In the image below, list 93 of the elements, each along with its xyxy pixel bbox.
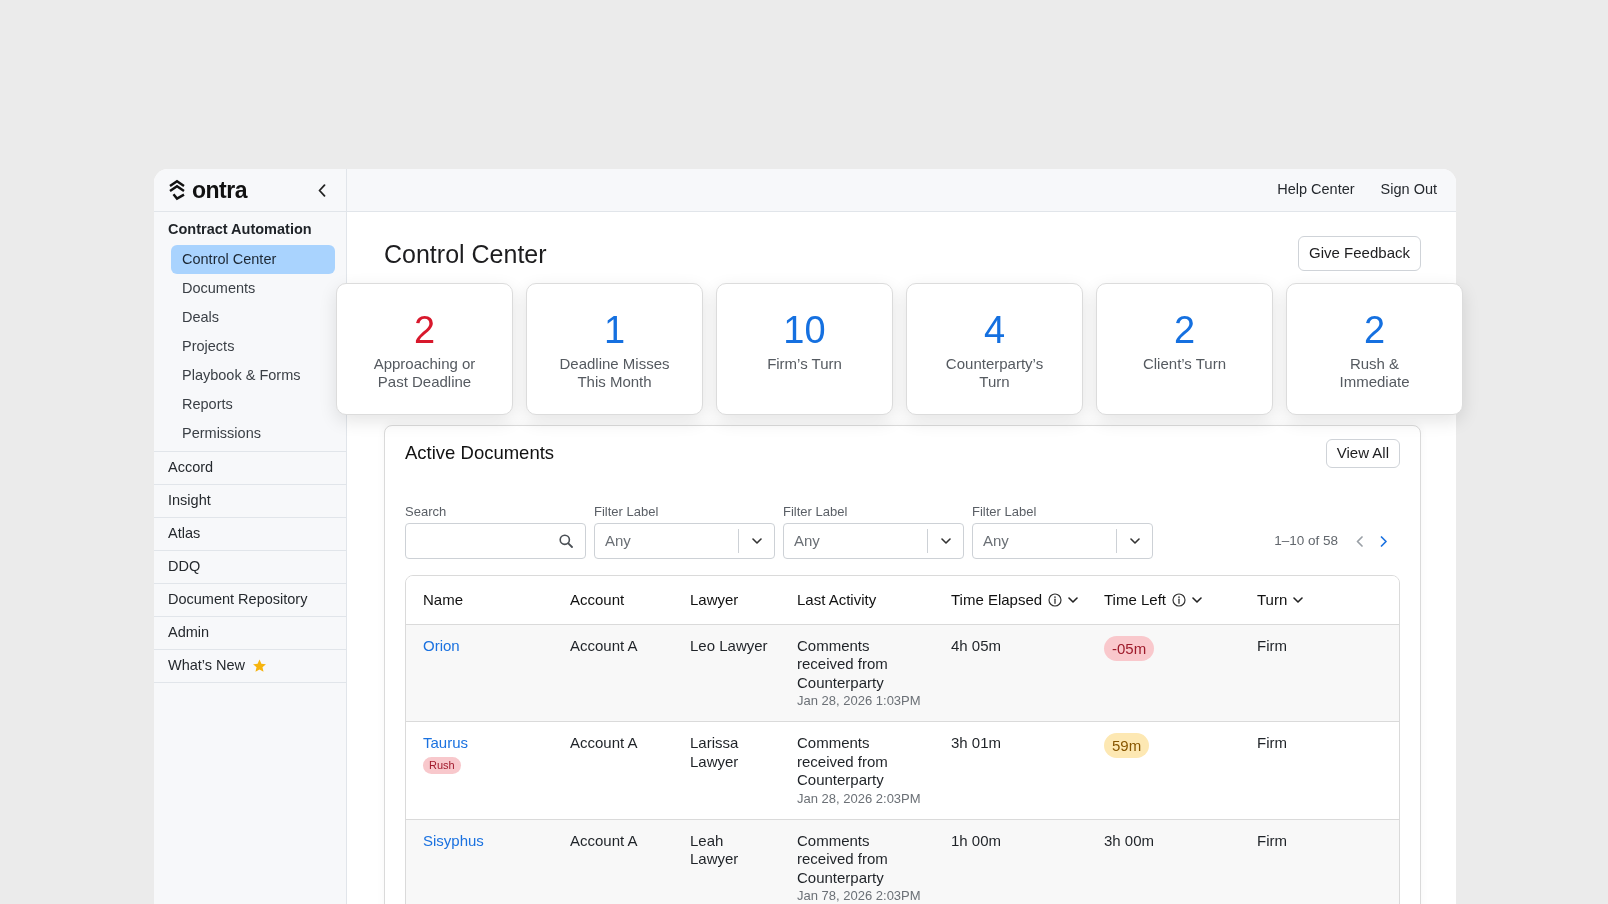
sidebar-item[interactable]: Permissions <box>171 419 335 448</box>
time-left-pill: 59m <box>1104 733 1150 758</box>
stat-card[interactable]: 10 Firm’s Turn <box>716 283 893 415</box>
stat-card[interactable]: 4 Counterparty’s Turn <box>906 283 1083 415</box>
activity-text: Comments received from Counterparty <box>797 831 888 886</box>
sidebar-item[interactable]: DDQ <box>154 551 346 584</box>
table-cell: 3h 01m <box>951 721 1104 819</box>
field-label: Filter Label <box>972 504 1038 520</box>
sidebar-item[interactable]: Deals <box>171 303 335 332</box>
sidebar-item[interactable]: Atlas <box>154 518 346 551</box>
stat-value: 2 <box>413 310 436 350</box>
pagination-text: 1–10 of 58 <box>1274 531 1338 550</box>
chevron-left-icon <box>318 183 326 197</box>
stat-card[interactable]: 2 Client’s Turn <box>1096 283 1273 415</box>
top-bar-link[interactable]: Help Center <box>1277 179 1355 201</box>
stat-label: Approaching or Past Deadline <box>372 355 477 391</box>
table-row[interactable]: Sisyphus Account A Leah Lawyer Comments received from Counterparty Jan 78, 2026 2:03PM 1h 00m 3h 00m Firm <box>406 819 1399 904</box>
page-title: Control Center <box>384 238 547 269</box>
chevron-down-icon <box>751 538 762 544</box>
filter-select[interactable]: Any <box>594 523 775 559</box>
stat-value: 1 <box>603 310 626 350</box>
activity-date: Jan 28, 2026 2:03PM <box>797 789 922 807</box>
column-header: Name <box>423 589 463 610</box>
table-cell: Account A <box>570 624 690 722</box>
chevron-left-icon <box>1356 535 1364 547</box>
column-header[interactable]: Time Left <box>1104 588 1166 611</box>
stat-label: Firm’s Turn <box>767 355 842 373</box>
field-label: Filter Label <box>783 504 849 520</box>
activity-text: Comments received from Counterparty <box>797 734 888 788</box>
stat-card[interactable]: 1 Deadline Misses This Month <box>526 283 703 415</box>
sidebar-item[interactable]: Insight <box>154 485 346 518</box>
sidebar-item[interactable]: What’s New <box>154 650 346 683</box>
stat-card[interactable]: 2 Approaching or Past Deadline <box>336 283 513 415</box>
stat-label: Counterparty’s Turn <box>944 355 1045 391</box>
stat-value: 4 <box>983 310 1006 350</box>
chevron-right-icon <box>1380 535 1388 547</box>
activity-date: Jan 78, 2026 2:03PM <box>797 887 922 904</box>
panel-title: Active Documents <box>405 442 555 465</box>
search-field[interactable] <box>405 523 586 559</box>
filter-select[interactable]: Any <box>783 523 964 559</box>
stat-label: Client’s Turn <box>1142 355 1227 373</box>
filter-select[interactable]: Any <box>972 523 1153 559</box>
collapse-sidebar-button[interactable] <box>318 183 326 197</box>
chevron-down-icon <box>940 538 951 544</box>
sidebar-item[interactable]: Documents <box>171 274 335 303</box>
table-cell: Leo Lawyer <box>690 624 797 722</box>
top-bar-link[interactable]: Sign Out <box>1380 179 1437 201</box>
time-left-pill: -05m <box>1104 635 1155 661</box>
document-tag: Rush <box>423 756 461 774</box>
stat-value: 2 <box>1363 310 1386 350</box>
document-link[interactable]: Sisyphus <box>423 831 484 849</box>
activity-text: Comments received from Counterparty <box>797 636 888 691</box>
table-cell: Firm <box>1257 721 1399 819</box>
logo-text: ontra <box>192 178 247 202</box>
table-cell: 4h 05m <box>951 624 1104 722</box>
sidebar-item[interactable]: Admin <box>154 617 346 650</box>
sidebar-section-heading: Contract Automation <box>168 220 313 239</box>
stat-label: Deadline Misses This Month <box>558 355 671 391</box>
document-link[interactable]: Orion <box>423 636 460 654</box>
activity-date: Jan 28, 2026 1:03PM <box>797 692 922 709</box>
table-cell: Firm <box>1257 819 1399 904</box>
sidebar-item[interactable]: Reports <box>171 390 335 419</box>
table-cell: Account A <box>570 819 690 904</box>
column-header: Lawyer <box>690 589 739 610</box>
table-row[interactable]: Orion Account A Leo Lawyer Comments received from Counterparty Jan 28, 2026 1:03PM 4h 05m -05m Firm <box>406 624 1399 722</box>
table-cell: Account A <box>570 721 690 819</box>
field-label: Filter Label <box>594 504 660 520</box>
column-header[interactable]: Turn <box>1257 588 1288 611</box>
table-cell: Leah Lawyer <box>690 819 797 904</box>
time-left-text: 3h 00m <box>1104 831 1155 849</box>
table-cell: 1h 00m <box>951 819 1104 904</box>
field-label: Search <box>405 504 448 520</box>
logo-icon <box>167 179 187 201</box>
stat-value: 2 <box>1173 310 1196 350</box>
table-cell: Firm <box>1257 624 1399 722</box>
sidebar-item[interactable]: Projects <box>171 332 335 361</box>
document-link[interactable]: Taurus <box>423 734 469 751</box>
table-row[interactable]: Taurus Rush Account A Larissa Lawyer Comments received from Counterparty Jan 28, 2026 2:03PM 3h 01m 59m Firm <box>406 721 1399 819</box>
column-header[interactable]: Time Elapsed <box>951 588 1043 611</box>
stat-value: 10 <box>783 310 826 350</box>
stat-label: Rush & Immediate <box>1338 355 1411 391</box>
sidebar-item[interactable]: Playbook & Forms <box>171 361 335 390</box>
table-cell: Larissa Lawyer <box>690 721 797 819</box>
sidebar-item[interactable]: Accord <box>154 452 346 485</box>
feedback-button[interactable]: Give Feedback <box>1298 236 1421 271</box>
sidebar-item[interactable]: Document Repository <box>154 584 346 617</box>
chevron-down-icon <box>1129 538 1140 544</box>
search-icon <box>559 534 573 548</box>
stat-card[interactable]: 2 Rush & Immediate <box>1286 283 1463 415</box>
view-all-button[interactable]: View All <box>1325 439 1400 468</box>
column-header: Account <box>570 589 625 610</box>
sidebar-item[interactable]: Control Center <box>171 245 335 274</box>
column-header: Last Activity <box>797 589 877 610</box>
